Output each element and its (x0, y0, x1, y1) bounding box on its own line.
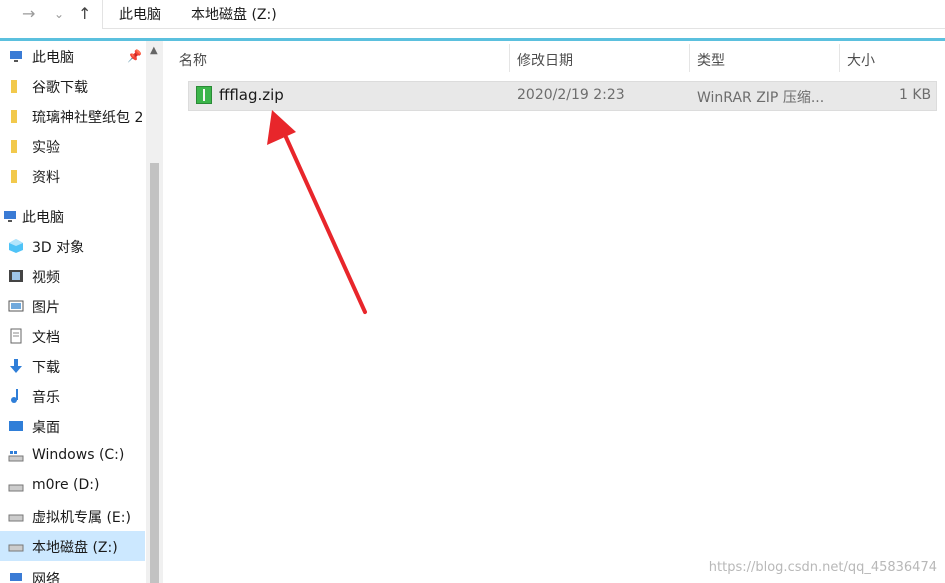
annotation-arrow-head (267, 110, 296, 145)
annotation-arrow-shaft (283, 133, 367, 314)
watermark: https://blog.csdn.net/qq_45836474 (708, 560, 937, 575)
annotation-arrow (267, 110, 367, 314)
